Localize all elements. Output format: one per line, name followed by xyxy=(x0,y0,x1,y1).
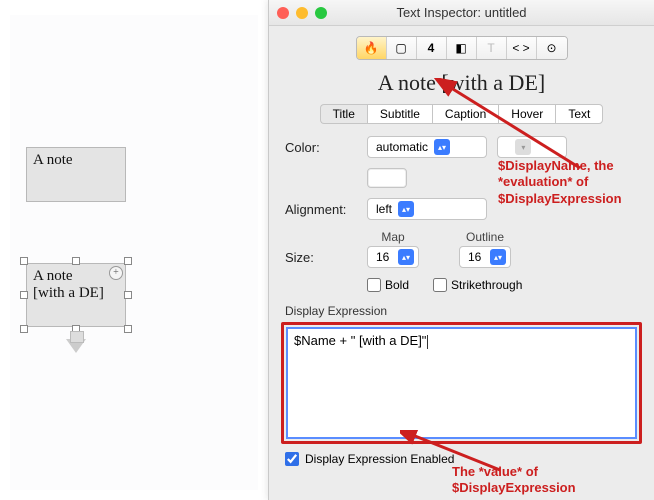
size-outline-stepper[interactable]: 16 ▴▾ xyxy=(459,246,511,268)
text-inspector-window: Text Inspector: untitled 🔥 ▢ 4 ◧ T < > ⊙… xyxy=(268,0,654,500)
resize-handle[interactable] xyxy=(124,291,132,299)
strike-label: Strikethrough xyxy=(451,278,522,292)
tab-title[interactable]: Title xyxy=(320,104,367,124)
tab-caption[interactable]: Caption xyxy=(432,104,498,124)
mode-code-icon[interactable]: < > xyxy=(507,37,537,59)
inspector-toolbar: 🔥 ▢ 4 ◧ T < > ⊙ xyxy=(269,26,654,66)
note-plain[interactable]: A note xyxy=(26,147,126,202)
size-label: Size: xyxy=(285,250,367,265)
resize-handle[interactable] xyxy=(124,257,132,265)
display-expression-textarea[interactable]: $Name + " [with a DE]" xyxy=(286,327,637,439)
mode-page-icon[interactable]: ▢ xyxy=(387,37,417,59)
dropdown-arrow-icon: ▴▾ xyxy=(398,201,414,217)
display-expression-value: $Name + " [with a DE]" xyxy=(294,333,426,348)
note-plain-title: A note xyxy=(33,152,73,168)
strikethrough-checkbox-input[interactable] xyxy=(433,278,447,292)
mode-text-icon[interactable]: T xyxy=(477,37,507,59)
bold-checkbox[interactable]: Bold xyxy=(367,278,409,292)
mode-more-icon[interactable]: ⊙ xyxy=(537,37,567,59)
size-map-value: 16 xyxy=(376,250,389,264)
map-canvas[interactable]: A note A note [with a DE] + xyxy=(0,0,268,500)
note-selected-wrap[interactable]: A note [with a DE] + xyxy=(26,263,126,327)
tab-subtitle[interactable]: Subtitle xyxy=(367,104,432,124)
canvas-surface[interactable]: A note A note [with a DE] + xyxy=(10,15,258,490)
mode-four-icon[interactable]: 4 xyxy=(417,37,447,59)
alignment-value: left xyxy=(376,202,392,216)
bold-checkbox-input[interactable] xyxy=(367,278,381,292)
strikethrough-checkbox[interactable]: Strikethrough xyxy=(433,278,522,292)
dropdown-arrow-icon: ▾ xyxy=(515,139,531,155)
note-with-de[interactable]: A note [with a DE] + xyxy=(26,263,126,327)
mode-appearance-icon[interactable]: 🔥 xyxy=(357,37,387,59)
dropdown-arrow-icon: ▴▾ xyxy=(434,139,450,155)
note-with-de-line2: [with a DE] xyxy=(33,285,119,302)
text-tabs[interactable]: Title Subtitle Caption Hover Text xyxy=(269,104,654,132)
window-minimize-button[interactable] xyxy=(296,7,308,19)
display-expression-enabled-checkbox[interactable] xyxy=(285,452,299,466)
add-child-icon[interactable]: + xyxy=(109,266,123,280)
color-variant-select[interactable]: ▾ xyxy=(497,136,567,158)
resize-handle[interactable] xyxy=(20,257,28,265)
tab-text[interactable]: Text xyxy=(555,104,603,124)
stepper-arrow-icon: ▴▾ xyxy=(398,249,414,265)
display-name-heading: A note [with a DE] xyxy=(269,66,654,104)
annotation-display-expression: The *value* of $DisplayExpression xyxy=(452,464,642,497)
annotation-display-name: $DisplayName, the *evaluation* of $Displ… xyxy=(498,158,648,207)
stepper-arrow-icon: ▴▾ xyxy=(490,249,506,265)
size-outline-value: 16 xyxy=(468,250,481,264)
resize-handle[interactable] xyxy=(20,325,28,333)
titlebar[interactable]: Text Inspector: untitled xyxy=(269,0,654,26)
color-label: Color: xyxy=(285,140,367,155)
bold-label: Bold xyxy=(385,278,409,292)
resize-handle[interactable] xyxy=(124,325,132,333)
color-value: automatic xyxy=(376,140,428,154)
alignment-label: Alignment: xyxy=(285,202,367,217)
resize-handle[interactable] xyxy=(72,257,80,265)
mode-shadow-icon[interactable]: ◧ xyxy=(447,37,477,59)
window-zoom-button[interactable] xyxy=(315,7,327,19)
window-close-button[interactable] xyxy=(277,7,289,19)
tab-hover[interactable]: Hover xyxy=(498,104,555,124)
map-column-header: Map xyxy=(367,230,419,244)
color-select[interactable]: automatic ▴▾ xyxy=(367,136,487,158)
outline-column-header: Outline xyxy=(459,230,511,244)
color-swatch[interactable] xyxy=(367,168,407,188)
alignment-select[interactable]: left ▴▾ xyxy=(367,198,487,220)
size-map-stepper[interactable]: 16 ▴▾ xyxy=(367,246,419,268)
resize-handle[interactable] xyxy=(20,291,28,299)
display-expression-label: Display Expression xyxy=(269,300,654,322)
display-expression-highlight: $Name + " [with a DE]" xyxy=(281,322,642,444)
display-expression-enabled-label: Display Expression Enabled xyxy=(305,452,454,466)
note-with-de-line1: A note xyxy=(33,268,119,285)
link-arrow-icon[interactable] xyxy=(66,339,86,353)
text-cursor xyxy=(427,335,428,349)
inspector-mode-segmented[interactable]: 🔥 ▢ 4 ◧ T < > ⊙ xyxy=(356,36,568,60)
